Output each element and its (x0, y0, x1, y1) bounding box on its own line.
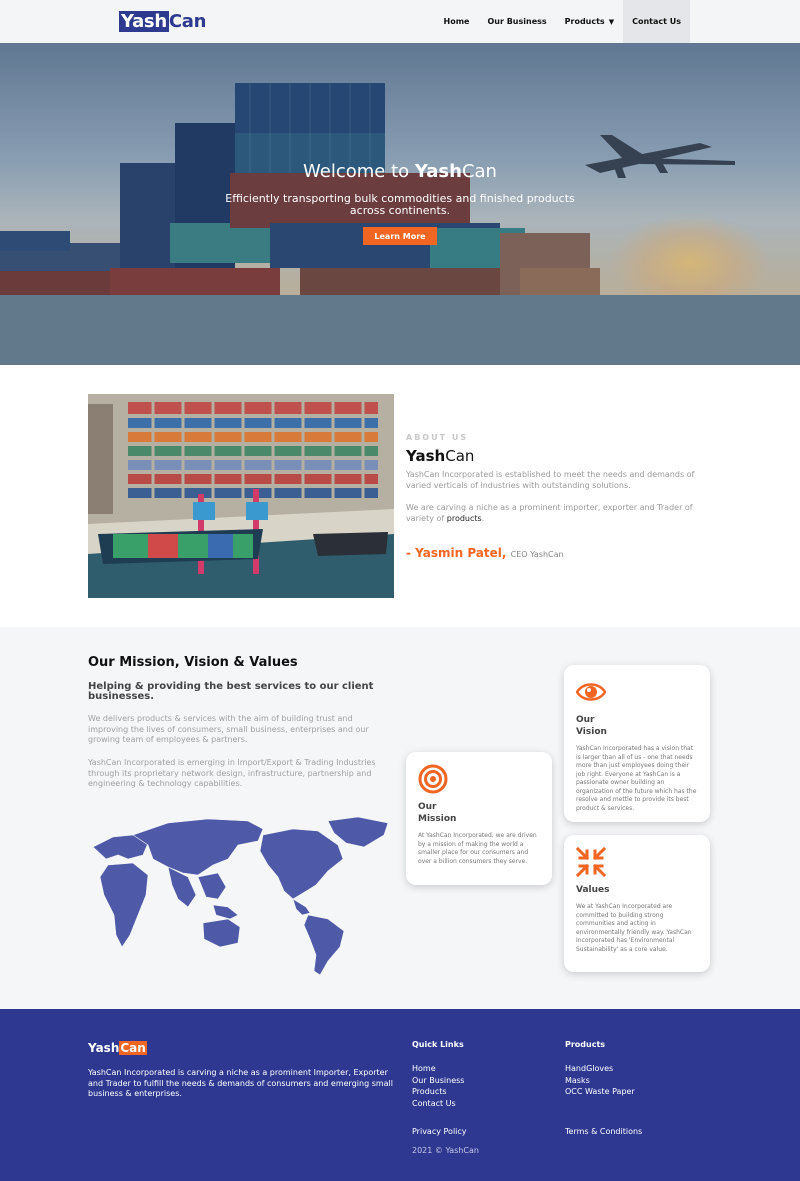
vision-card-text: YashCan Incorporated has a vision that i… (576, 745, 697, 812)
footer-link-occ-waste-paper[interactable]: OCC Waste Paper (565, 1086, 635, 1098)
port-aerial-image (88, 394, 394, 598)
values-card-text: We at YashCan Incorporated are committed… (576, 903, 692, 953)
compress-arrows-icon (576, 847, 606, 877)
hero-subtitle: Efficiently transporting bulk commoditie… (225, 192, 575, 217)
ceo-signature: - Yasmin Patel, CEO YashCan (406, 546, 564, 560)
footer-link-products[interactable]: Products (412, 1086, 464, 1098)
values-card: Values We at YashCan Incorporated are co… (564, 835, 710, 972)
products-heading: Products (565, 1040, 606, 1049)
mission-card-title: Our Mission (418, 802, 457, 824)
privacy-policy-link[interactable]: Privacy Policy (412, 1127, 467, 1136)
products-link[interactable]: products (447, 514, 482, 523)
vision-card-title: Our Vision (576, 715, 607, 737)
about-title: YashCan (406, 447, 475, 465)
footer-link-contact[interactable]: Contact Us (412, 1098, 464, 1110)
nav-products-label: Products (564, 17, 605, 26)
footer-link-masks[interactable]: Masks (565, 1075, 635, 1087)
mission-subtitle: Helping & providing the best services to… (88, 681, 374, 702)
footer-link-home[interactable]: Home (412, 1063, 464, 1075)
footer-logo[interactable]: YashCan (88, 1041, 147, 1055)
learn-more-button[interactable]: Learn More (363, 227, 437, 245)
site-footer: YashCan YashCan Incorporated is carving … (0, 1009, 800, 1181)
logo-part-1: Yash (119, 11, 169, 32)
chevron-down-icon: ▼ (608, 17, 615, 26)
nav-home-link[interactable]: Home (435, 0, 479, 43)
about-paragraph-2: We are carving a niche as a prominent im… (406, 503, 693, 523)
site-logo[interactable]: Yash Can (119, 11, 206, 32)
mission-card-text: At YashCan Incorporated, we are driven b… (418, 832, 537, 865)
target-icon (418, 764, 448, 794)
world-map-illustration (92, 816, 389, 976)
about-paragraph-1: YashCan Incorporated is established to m… (406, 470, 695, 490)
mission-paragraph-1: We delivers products & services with the… (88, 714, 369, 744)
port-aerial-illustration (88, 394, 394, 598)
mission-paragraph-2: YashCan Incorporated is emerging in Impo… (88, 758, 376, 788)
footer-link-handgloves[interactable]: HandGloves (565, 1063, 635, 1075)
vision-card: Our Vision YashCan Incorporated has a vis… (564, 665, 710, 822)
footer-link-our-business[interactable]: Our Business (412, 1075, 464, 1087)
nav-products-link[interactable]: Products ▼ (556, 0, 623, 43)
about-section-label: ABOUT US (406, 433, 469, 442)
footer-description: YashCan Incorporated is carving a niche … (88, 1068, 393, 1098)
products-list: HandGloves Masks OCC Waste Paper (565, 1063, 635, 1098)
quick-links-heading: Quick Links (412, 1040, 464, 1049)
hero-title: Welcome to YashCan (303, 161, 497, 182)
hero-banner: Welcome to YashCan Efficiently transport… (0, 43, 800, 365)
logo-part-2: Can (168, 11, 207, 32)
nav-our-business-link[interactable]: Our Business (478, 0, 555, 43)
eye-icon (576, 683, 606, 701)
terms-link[interactable]: Terms & Conditions (565, 1127, 642, 1136)
top-nav: Yash Can Home Our Business Products ▼ Cont… (0, 0, 800, 43)
mission-title: Our Mission, Vision & Values (88, 655, 298, 670)
nav-contact-link[interactable]: Contact Us (623, 0, 690, 43)
quick-links-list: Home Our Business Products Contact Us (412, 1063, 464, 1109)
values-card-title: Values (576, 885, 610, 895)
copyright-text: 2021 © YashCan (412, 1146, 479, 1155)
mission-card: Our Mission At YashCan Incorporated, we a… (406, 752, 552, 885)
nav-links: Home Our Business Products ▼ Contact Us (435, 0, 690, 43)
